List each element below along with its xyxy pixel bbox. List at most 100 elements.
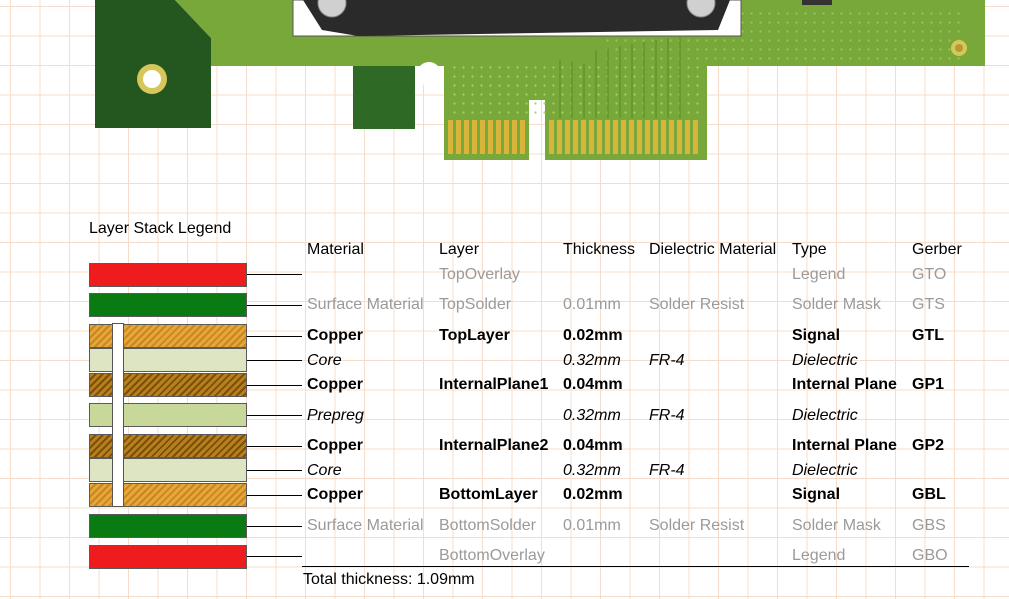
gold-finger xyxy=(480,120,485,154)
pcb-tab xyxy=(353,66,415,129)
gold-finger xyxy=(621,120,626,154)
gold-finger xyxy=(456,120,461,154)
cell-type: Solder Mask xyxy=(792,517,881,534)
cell-type: Signal xyxy=(792,486,841,503)
gold-finger xyxy=(661,120,666,154)
cell-dielectric: FR-4 xyxy=(649,462,685,479)
cell-gerber: GTO xyxy=(912,266,947,283)
cell-type: Internal Plane xyxy=(792,376,897,393)
cell-type: Internal Plane xyxy=(792,437,897,454)
cell-type: Dielectric xyxy=(792,462,858,479)
cell-gerber: GBS xyxy=(912,517,946,534)
layer-bar-bottom-solder xyxy=(89,514,247,538)
gold-finger xyxy=(464,120,469,154)
cell-thickness: 0.02mm xyxy=(563,486,623,503)
cell-thickness: 0.32mm xyxy=(563,462,621,479)
pcb-card-render xyxy=(95,0,985,160)
cell-material: Core xyxy=(307,462,342,479)
via-barrel xyxy=(112,323,124,507)
connector-line xyxy=(247,274,302,275)
cell-type: Dielectric xyxy=(792,407,858,424)
cell-dielectric: Solder Resist xyxy=(649,517,745,534)
cell-thickness: 0.02mm xyxy=(563,327,623,344)
layer-bar-top-overlay xyxy=(89,263,247,287)
gold-finger xyxy=(520,120,525,154)
gold-finger xyxy=(472,120,477,154)
connector-line xyxy=(247,305,302,306)
gold-finger xyxy=(581,120,586,154)
cell-thickness: 0.04mm xyxy=(563,437,623,454)
legend-title: Layer Stack Legend xyxy=(89,220,232,237)
connector-line xyxy=(247,495,302,496)
gold-finger xyxy=(549,120,554,154)
cell-dielectric: FR-4 xyxy=(649,352,685,369)
cell-material: Copper xyxy=(307,486,363,503)
header-material: Material xyxy=(307,241,364,258)
cell-dielectric: FR-4 xyxy=(649,407,685,424)
header-type: Type xyxy=(792,241,827,258)
gold-finger xyxy=(448,120,453,154)
cell-gerber: GTS xyxy=(912,296,945,313)
connector-line xyxy=(247,446,302,447)
connector-line xyxy=(247,556,302,557)
cell-type: Legend xyxy=(792,266,846,283)
cell-type: Solder Mask xyxy=(792,296,881,313)
cell-dielectric: Solder Resist xyxy=(649,296,745,313)
cell-material: Core xyxy=(307,352,342,369)
connector-line xyxy=(247,415,302,416)
cell-layer: TopSolder xyxy=(439,296,512,313)
gold-finger xyxy=(589,120,594,154)
gold-finger xyxy=(669,120,674,154)
gold-finger xyxy=(685,120,690,154)
layer-bar-top-solder xyxy=(89,293,247,317)
gold-finger xyxy=(488,120,493,154)
gold-finger xyxy=(597,120,602,154)
cell-type: Signal xyxy=(792,327,841,344)
cell-gerber: GP1 xyxy=(912,376,945,393)
gold-finger xyxy=(605,120,610,154)
gold-finger xyxy=(512,120,517,154)
cell-layer: BottomSolder xyxy=(439,517,536,534)
connector-line xyxy=(247,526,302,527)
gold-finger xyxy=(613,120,618,154)
cell-layer: InternalPlane1 xyxy=(439,376,549,393)
cell-material: Copper xyxy=(307,327,363,344)
gold-finger xyxy=(629,120,634,154)
cell-material: Prepreg xyxy=(307,407,364,424)
gold-finger xyxy=(637,120,642,154)
cell-layer: BottomLayer xyxy=(439,486,538,503)
connector-line xyxy=(247,385,302,386)
header-gerber: Gerber xyxy=(912,241,962,258)
cell-material: Surface Material xyxy=(307,296,424,313)
header-dielectric: Dielectric Material xyxy=(649,241,777,258)
cell-layer: TopLayer xyxy=(439,327,510,344)
cell-thickness: 0.01mm xyxy=(563,517,621,534)
gold-finger xyxy=(677,120,682,154)
cell-gerber: GBL xyxy=(912,486,946,503)
total-thickness: Total thickness: 1.09mm xyxy=(303,571,475,588)
connector-line xyxy=(247,336,302,337)
cell-layer: TopOverlay xyxy=(439,266,520,283)
gold-finger xyxy=(653,120,658,154)
gold-finger xyxy=(645,120,650,154)
cell-layer: BottomOverlay xyxy=(439,547,545,564)
cell-gerber: GTL xyxy=(912,327,944,344)
cell-gerber: GP2 xyxy=(912,437,945,454)
total-divider xyxy=(302,566,969,567)
cell-type: Dielectric xyxy=(792,352,858,369)
cell-thickness: 0.32mm xyxy=(563,352,621,369)
gold-finger xyxy=(693,120,698,154)
cell-material: Copper xyxy=(307,376,363,393)
gold-finger xyxy=(496,120,501,154)
cell-thickness: 0.32mm xyxy=(563,407,621,424)
gold-finger xyxy=(557,120,562,154)
header-layer: Layer xyxy=(439,241,480,258)
header-thickness: Thickness xyxy=(563,241,636,258)
gold-finger xyxy=(565,120,570,154)
cell-thickness: 0.01mm xyxy=(563,296,621,313)
cell-material: Surface Material xyxy=(307,517,424,534)
cell-layer: InternalPlane2 xyxy=(439,437,549,454)
cell-thickness: 0.04mm xyxy=(563,376,623,393)
connector-line xyxy=(247,360,302,361)
layer-bar-bottom-overlay xyxy=(89,545,247,569)
